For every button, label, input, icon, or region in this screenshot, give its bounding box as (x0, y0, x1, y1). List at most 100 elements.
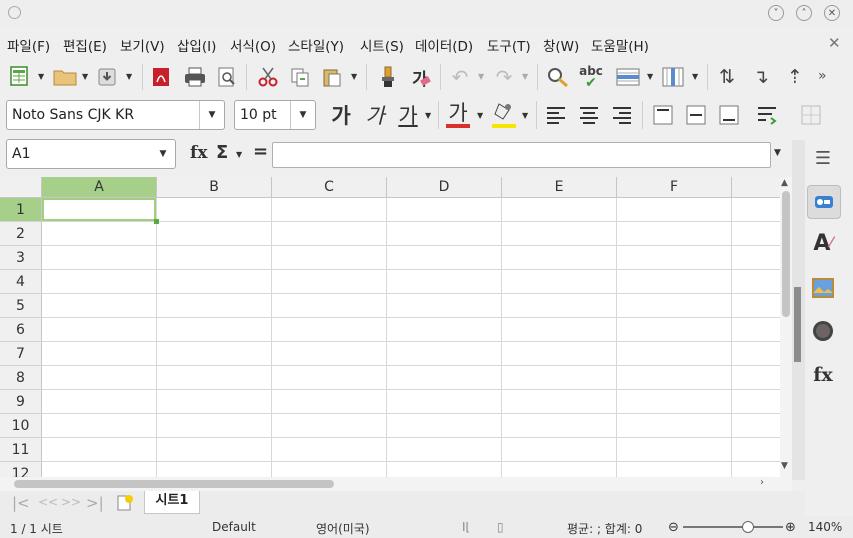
row-header[interactable]: 7 (0, 342, 42, 366)
undo-icon[interactable]: ↶ (448, 65, 472, 89)
chevron-down-icon[interactable]: ▼ (82, 72, 88, 81)
scroll-up-icon[interactable]: ▲ (781, 178, 788, 188)
maximize-button[interactable]: ˄ (796, 5, 812, 21)
vertical-scrollbar[interactable]: ▲ ▼ (780, 177, 792, 477)
column-header[interactable]: C (272, 177, 387, 198)
center-vertically-icon[interactable] (683, 102, 709, 128)
find-replace-icon[interactable] (545, 65, 571, 89)
scroll-down-icon[interactable]: ▼ (781, 461, 788, 471)
select-all-corner[interactable] (0, 177, 42, 198)
sum-button[interactable]: Σ (216, 142, 228, 163)
sheet-tab[interactable]: 시트1 (144, 491, 200, 514)
row-header[interactable]: 12 (0, 462, 42, 477)
vertical-scroll-thumb[interactable] (782, 191, 790, 317)
row-header[interactable]: 6 (0, 318, 42, 342)
expand-formula-icon[interactable]: ▼ (774, 148, 781, 158)
chevron-down-icon[interactable]: ▼ (692, 72, 698, 81)
zoom-slider-knob[interactable] (742, 521, 754, 533)
menu-insert[interactable]: 삽입(I) (177, 35, 216, 55)
highlight-color-icon[interactable] (490, 99, 518, 125)
chevron-down-icon[interactable]: ▼ (151, 140, 175, 168)
chevron-down-icon[interactable]: ▼ (522, 111, 528, 120)
close-window-button[interactable]: ✕ (824, 5, 840, 21)
italic-button[interactable]: 가 (361, 100, 389, 130)
font-name-combo[interactable]: Noto Sans CJK KR ▼ (6, 100, 225, 130)
save-icon[interactable] (96, 66, 118, 88)
menu-tools[interactable]: 도구(T) (487, 35, 531, 55)
menu-styles[interactable]: 스타일(Y) (288, 35, 344, 55)
menu-format[interactable]: 서식(O) (230, 35, 276, 55)
chevron-down-icon[interactable]: ▼ (236, 150, 242, 159)
name-box[interactable]: A1 ▼ (6, 139, 176, 169)
chevron-down-icon[interactable]: ▼ (38, 72, 44, 81)
chevron-down-icon[interactable]: ▼ (126, 72, 132, 81)
align-top-icon[interactable] (650, 102, 676, 128)
zoom-in-icon[interactable]: ⊕ (785, 520, 796, 535)
column-header[interactable]: A (42, 177, 157, 198)
sidebar-menu-icon[interactable]: ☰ (808, 145, 838, 171)
menu-view[interactable]: 보기(V) (120, 35, 165, 55)
language[interactable]: 영어(미국) (316, 520, 370, 537)
export-pdf-icon[interactable] (150, 66, 172, 88)
copy-icon[interactable] (289, 66, 311, 88)
zoom-slider[interactable] (683, 526, 783, 528)
previous-sheet-icon[interactable]: << (38, 495, 58, 509)
chevron-down-icon[interactable]: ▼ (478, 72, 484, 81)
underline-button[interactable]: 가 (394, 100, 422, 130)
align-left-icon[interactable] (543, 102, 569, 128)
functions-icon[interactable]: fx (808, 360, 838, 390)
horizontal-scroll-thumb[interactable] (14, 480, 334, 488)
row-icon[interactable] (615, 66, 641, 88)
column-header[interactable]: E (502, 177, 617, 198)
print-icon[interactable] (183, 66, 207, 88)
gallery-icon[interactable] (808, 273, 838, 303)
column-header[interactable]: F (617, 177, 732, 198)
sort-descending-icon[interactable]: ⇡ (782, 65, 808, 89)
chevron-down-icon[interactable]: ▼ (425, 111, 431, 120)
page-style[interactable]: Default (212, 520, 256, 534)
row-header[interactable]: 4 (0, 270, 42, 294)
sidebar-divider[interactable] (792, 140, 805, 480)
merge-cells-icon[interactable] (798, 102, 824, 128)
bold-button[interactable]: 가 (327, 100, 355, 130)
clone-formatting-icon[interactable] (376, 66, 400, 88)
wrap-text-icon[interactable] (755, 102, 781, 128)
horizontal-scrollbar[interactable]: › (0, 477, 792, 491)
sort-ascending-icon[interactable]: ↴ (748, 65, 774, 89)
formula-button[interactable]: = (253, 141, 268, 162)
menu-edit[interactable]: 편집(E) (63, 35, 107, 55)
next-sheet-icon[interactable]: >> (61, 495, 81, 509)
chevron-down-icon[interactable]: ▼ (351, 72, 357, 81)
last-sheet-icon[interactable]: >| (86, 494, 104, 512)
chevron-down-icon[interactable]: ▼ (647, 72, 653, 81)
minimize-button[interactable]: ˅ (768, 5, 784, 21)
row-header[interactable]: 10 (0, 414, 42, 438)
row-header[interactable]: 2 (0, 222, 42, 246)
column-header[interactable]: D (387, 177, 502, 198)
spelling-icon[interactable]: abc ✔ (577, 64, 605, 90)
menu-sheet[interactable]: 시트(S) (360, 35, 404, 55)
sidebar-collapse-handle[interactable] (794, 287, 801, 362)
column-icon[interactable] (660, 66, 686, 88)
scroll-right-icon[interactable]: › (760, 477, 764, 488)
chevron-down-icon[interactable]: ▼ (522, 72, 528, 81)
column-header[interactable]: B (157, 177, 272, 198)
chevron-down-icon[interactable]: ▼ (199, 101, 224, 129)
add-sheet-icon[interactable] (116, 494, 134, 512)
align-center-icon[interactable] (576, 102, 602, 128)
spreadsheet-grid[interactable]: A B C D E F 1 2 3 4 5 6 7 8 9 10 11 12 ▲… (0, 177, 792, 477)
font-color-button[interactable]: 가 (444, 99, 472, 125)
clear-formatting-icon[interactable]: 가 (407, 65, 433, 90)
chevron-down-icon[interactable]: ▼ (290, 101, 315, 129)
navigator-icon[interactable] (808, 316, 838, 346)
menu-help[interactable]: 도움말(H) (591, 35, 649, 55)
menu-data[interactable]: 데이터(D) (415, 35, 473, 55)
styles-icon[interactable]: A ⁄ (808, 228, 838, 258)
first-sheet-icon[interactable]: |< (12, 494, 30, 512)
row-header[interactable]: 9 (0, 390, 42, 414)
row-header[interactable]: 5 (0, 294, 42, 318)
zoom-level[interactable]: 140% (808, 520, 842, 534)
print-preview-icon[interactable] (216, 66, 238, 88)
new-spreadsheet-icon[interactable] (8, 65, 30, 87)
toolbar-overflow-icon[interactable]: » (818, 68, 827, 84)
